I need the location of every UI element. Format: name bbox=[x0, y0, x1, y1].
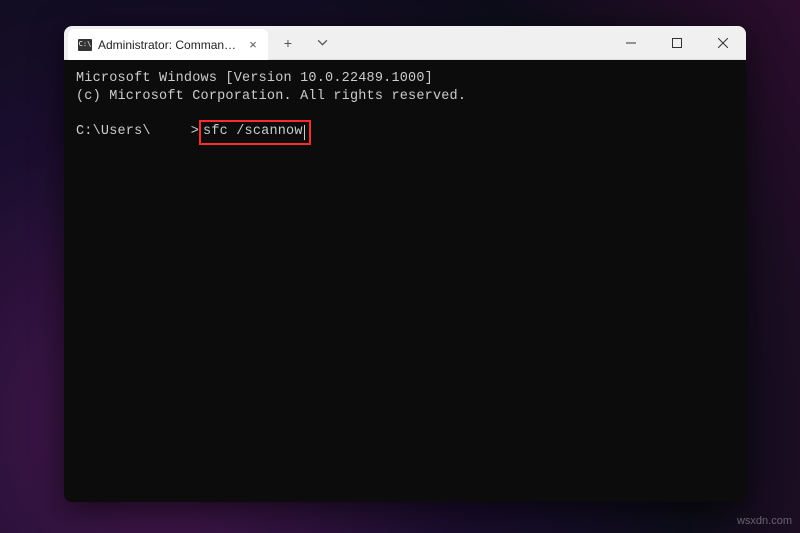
minimize-button[interactable] bbox=[608, 26, 654, 59]
command-text: sfc /scannow bbox=[203, 123, 303, 141]
watermark: wsxdn.com bbox=[737, 515, 792, 527]
prompt-suffix: > bbox=[191, 123, 199, 141]
prompt-line: C:\Users\ >sfc /scannow bbox=[76, 120, 734, 144]
close-button[interactable] bbox=[700, 26, 746, 59]
maximize-button[interactable] bbox=[654, 26, 700, 59]
cmd-icon: C:\ bbox=[78, 39, 92, 51]
prompt-prefix: C:\Users\ bbox=[76, 123, 151, 141]
terminal-header-line: Microsoft Windows [Version 10.0.22489.10… bbox=[76, 70, 734, 88]
tab-controls: + bbox=[274, 26, 336, 59]
new-tab-button[interactable]: + bbox=[274, 29, 302, 57]
redacted-username bbox=[151, 126, 191, 140]
close-tab-button[interactable]: × bbox=[246, 37, 260, 53]
window-controls bbox=[608, 26, 746, 59]
terminal-body[interactable]: Microsoft Windows [Version 10.0.22489.10… bbox=[64, 60, 746, 502]
tab-dropdown-button[interactable] bbox=[308, 29, 336, 57]
tab-active[interactable]: C:\ Administrator: Command Prompt × bbox=[68, 29, 268, 60]
command-prompt-window: C:\ Administrator: Command Prompt × + Mi… bbox=[64, 26, 746, 502]
terminal-copyright-line: (c) Microsoft Corporation. All rights re… bbox=[76, 88, 734, 106]
titlebar[interactable]: C:\ Administrator: Command Prompt × + bbox=[64, 26, 746, 60]
command-highlight: sfc /scannow bbox=[199, 120, 311, 144]
tab-title: Administrator: Command Prompt bbox=[98, 38, 238, 52]
text-cursor bbox=[304, 125, 305, 140]
titlebar-drag-area[interactable] bbox=[336, 26, 608, 59]
